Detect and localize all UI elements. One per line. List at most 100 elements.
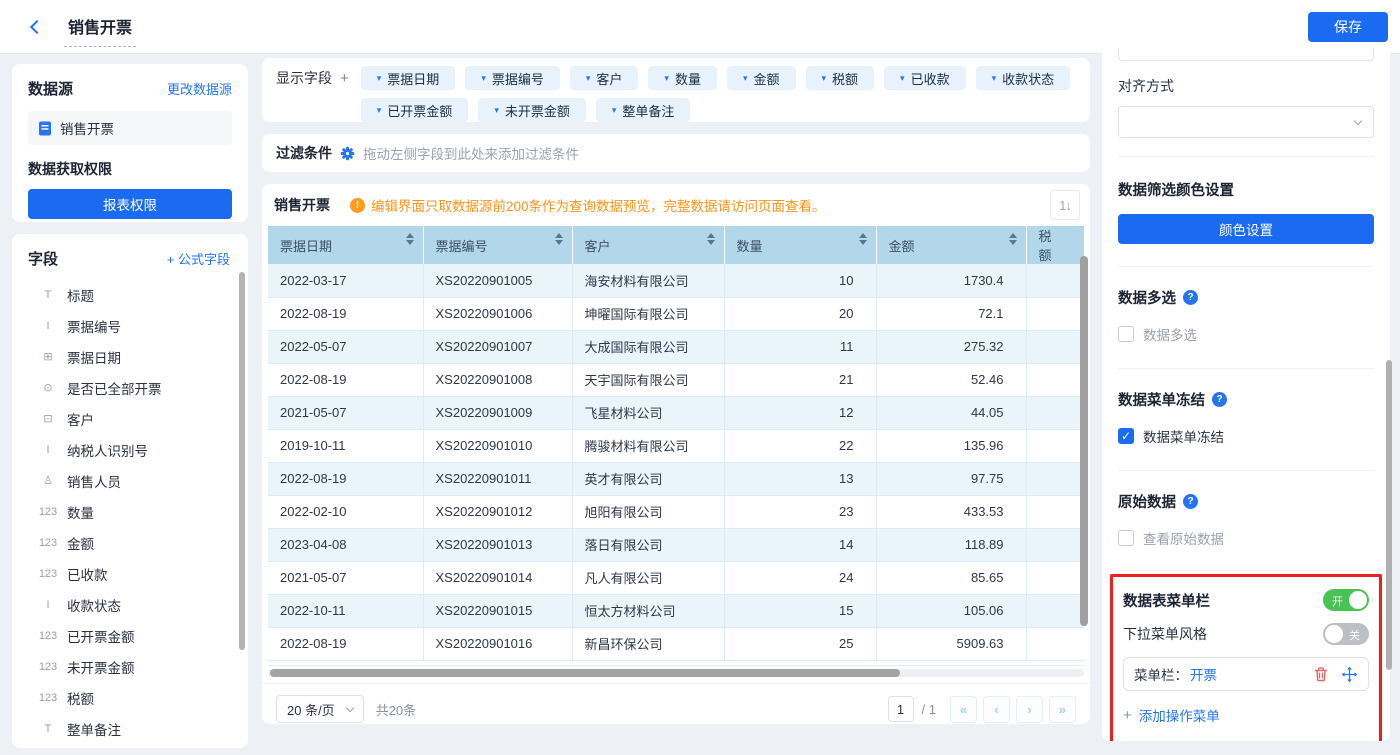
table-row[interactable]: 2022-03-17 XS20220901005 海安材料有限公司 10 173… (268, 264, 1084, 297)
align-select[interactable] (1118, 106, 1374, 138)
back-button[interactable] (24, 14, 50, 40)
datasource-item[interactable]: 销售开票 (28, 111, 232, 145)
field-chip[interactable]: ▾ 已开票金额 (361, 98, 469, 122)
add-action-menu-label: 添加操作菜单 (1139, 705, 1220, 725)
field-chip[interactable]: ▾ 数量 (648, 66, 717, 90)
column-header-no[interactable]: 票据编号 (423, 226, 572, 264)
column-header-tax[interactable]: 税额 (1026, 226, 1084, 264)
cell-tax (1026, 462, 1084, 495)
multi-select-checkbox-row[interactable]: 数据多选 (1118, 324, 1374, 344)
next-page-button[interactable]: › (1016, 696, 1043, 723)
column-header-date[interactable]: 票据日期 (268, 226, 423, 264)
trash-icon[interactable] (1313, 666, 1329, 682)
field-item[interactable]: I 票据编号 (28, 310, 238, 341)
horizontal-scrollbar-track[interactable] (268, 669, 1084, 677)
cell-customer: 天宇国际有限公司 (572, 363, 724, 396)
change-datasource-link[interactable]: 更改数据源 (167, 79, 232, 98)
field-item[interactable]: T 整单备注 (28, 713, 238, 744)
field-chip[interactable]: ▾ 税额 (806, 66, 875, 90)
field-item[interactable]: 123 未开票金额 (28, 651, 238, 682)
sort-arrows-icon[interactable] (406, 233, 414, 245)
add-display-field-button[interactable]: + (340, 70, 349, 87)
field-item[interactable]: 123 已开票金额 (28, 620, 238, 651)
menu-item-row[interactable]: 菜单栏： 开票 (1123, 657, 1369, 691)
column-header-customer[interactable]: 客户 (572, 226, 724, 264)
horizontal-scrollbar-thumb[interactable] (270, 669, 900, 677)
table-row[interactable]: 2019-10-11 XS20220901010 腾骏材料有限公司 22 135… (268, 429, 1084, 462)
column-header-qty[interactable]: 数量 (724, 226, 876, 264)
field-item[interactable]: ♙ 销售人员 (28, 465, 238, 496)
field-chip[interactable]: ▾ 金额 (727, 66, 796, 90)
field-item[interactable]: ⊡ 客户 (28, 403, 238, 434)
table-row[interactable]: 2022-08-19 XS20220901008 天宇国际有限公司 21 52.… (268, 363, 1084, 396)
field-chip[interactable]: ▾ 票据编号 (465, 66, 560, 90)
truncated-input[interactable] (1118, 48, 1374, 61)
field-chip[interactable]: ▾ 已收款 (884, 66, 966, 90)
prev-page-button[interactable]: ‹ (983, 696, 1010, 723)
field-item[interactable]: I 纳税人识别号 (28, 434, 238, 465)
cell-amount: 72.1 (876, 297, 1026, 330)
current-page-input[interactable]: 1 (888, 696, 914, 722)
sort-arrows-icon[interactable] (859, 233, 867, 245)
help-icon[interactable]: ? (1183, 494, 1198, 509)
menu-freeze-checkbox-row[interactable]: ✓ 数据菜单冻结 (1118, 426, 1374, 446)
field-chip[interactable]: ▾ 收款状态 (976, 66, 1071, 90)
field-chip[interactable]: ▾ 票据日期 (361, 66, 456, 90)
field-item[interactable]: ⊞ 票据日期 (28, 341, 238, 372)
gear-icon[interactable] (340, 146, 355, 161)
cell-date: 2022-10-11 (268, 594, 423, 627)
column-header-amount[interactable]: 金额 (876, 226, 1026, 264)
table-row[interactable]: 2022-08-19 XS20220901016 新昌环保公司 25 5909.… (268, 627, 1084, 660)
table-row[interactable]: 2022-08-19 XS20220901006 坤曜国际有限公司 20 72.… (268, 297, 1084, 330)
add-formula-field-link[interactable]: + 公式字段 (167, 249, 230, 268)
filter-dropzone-placeholder[interactable]: 拖动左侧字段到此处来添加过滤条件 (363, 143, 579, 163)
cell-amount: 5909.63 (876, 627, 1026, 660)
toggle-knob (1325, 625, 1343, 643)
checkbox-unchecked[interactable] (1118, 530, 1134, 546)
raw-data-checkbox-row[interactable]: 查看原始数据 (1118, 528, 1374, 548)
add-action-menu-link[interactable]: + 添加操作菜单 (1123, 705, 1369, 725)
field-chip[interactable]: ▾ 未开票金额 (478, 98, 586, 122)
checkbox-checked[interactable]: ✓ (1118, 428, 1134, 444)
report-permission-button[interactable]: 报表权限 (28, 189, 232, 219)
table-row[interactable]: 2022-08-19 XS20220901011 英才有限公司 13 97.75 (268, 462, 1084, 495)
title-icon: T (38, 723, 58, 735)
fields-scrollbar[interactable] (239, 272, 245, 650)
cell-date: 2019-10-11 (268, 429, 423, 462)
sort-arrows-icon[interactable] (1009, 233, 1017, 245)
sort-tool-button[interactable]: 1↓ (1050, 190, 1080, 220)
panel-vertical-scrollbar-thumb[interactable] (1386, 360, 1392, 670)
page-size-select[interactable]: 20 条/页 (276, 695, 364, 723)
table-row[interactable]: 2022-10-11 XS20220901015 恒太方材料公司 15 105.… (268, 594, 1084, 627)
menubar-toggle-on[interactable]: 开 (1323, 589, 1369, 611)
dropdown-style-toggle-off[interactable]: 关 (1323, 623, 1369, 645)
table-vertical-scrollbar-thumb[interactable] (1080, 256, 1088, 626)
color-settings-button[interactable]: 颜色设置 (1118, 214, 1374, 244)
field-item[interactable]: 123 已收款 (28, 558, 238, 589)
first-page-button[interactable]: « (950, 696, 977, 723)
sort-arrows-icon[interactable] (707, 233, 715, 245)
field-item[interactable]: 123 金额 (28, 527, 238, 558)
field-item[interactable]: I 收款状态 (28, 589, 238, 620)
table-row[interactable]: 2022-02-10 XS20220901012 旭阳有限公司 23 433.5… (268, 495, 1084, 528)
help-icon[interactable]: ? (1183, 290, 1198, 305)
table-row[interactable]: 2021-05-07 XS20220901009 飞星材料公司 12 44.05 (268, 396, 1084, 429)
table-row[interactable]: 2023-04-08 XS20220901013 落日有限公司 14 118.8… (268, 528, 1084, 561)
sort-arrows-icon[interactable] (555, 233, 563, 245)
cell-amount: 97.75 (876, 462, 1026, 495)
field-item[interactable]: T 标题 (28, 279, 238, 310)
save-button[interactable]: 保存 (1308, 12, 1388, 42)
help-icon[interactable]: ? (1212, 392, 1227, 407)
last-page-button[interactable]: » (1049, 696, 1076, 723)
table-row[interactable]: 2022-05-07 XS20220901007 大成国际有限公司 11 275… (268, 330, 1084, 363)
field-chip[interactable]: ▾ 客户 (570, 66, 639, 90)
field-item-label: 标题 (67, 285, 94, 305)
field-item[interactable]: 123 数量 (28, 496, 238, 527)
page-title: 销售开票 (64, 14, 136, 47)
table-row[interactable]: 2021-05-07 XS20220901014 凡人有限公司 24 85.65 (268, 561, 1084, 594)
move-icon[interactable] (1341, 666, 1358, 683)
checkbox-unchecked[interactable] (1118, 326, 1134, 342)
field-chip[interactable]: ▾ 整单备注 (596, 98, 691, 122)
field-item[interactable]: ⊙ 是否已全部开票 (28, 372, 238, 403)
field-item[interactable]: 123 税额 (28, 682, 238, 713)
